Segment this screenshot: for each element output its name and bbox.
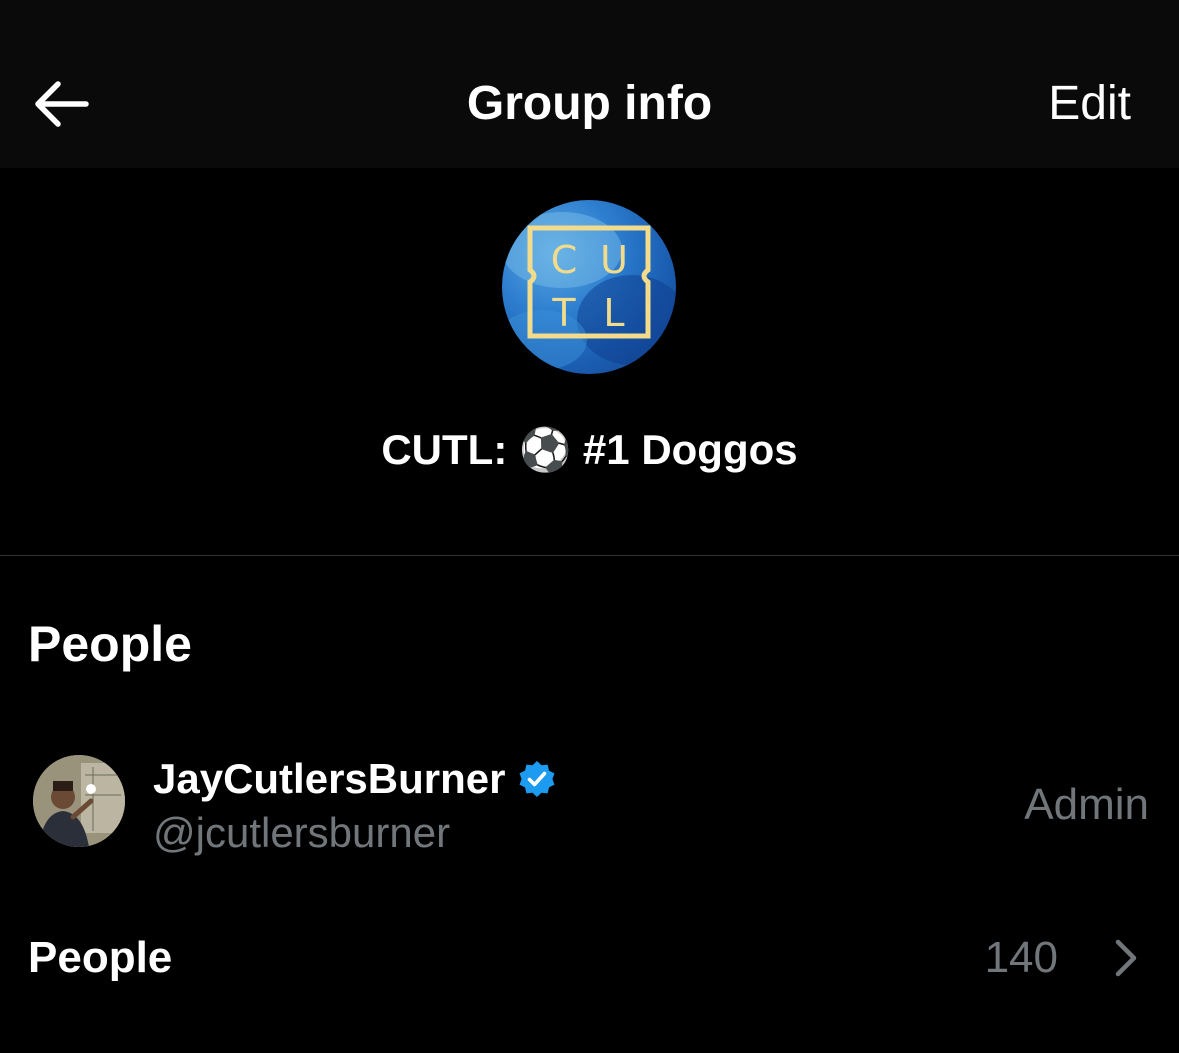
top-nav-bar: Group info Edit bbox=[0, 0, 1179, 168]
member-name: JayCutlersBurner bbox=[153, 755, 506, 802]
group-name: CUTL: ⚽ #1 Doggos bbox=[381, 426, 798, 473]
cutl-logo: C U T L bbox=[502, 212, 676, 370]
member-handle: @jcutlersburner bbox=[153, 809, 451, 856]
logo-letter-u: U bbox=[600, 238, 628, 282]
edit-button[interactable]: Edit bbox=[1048, 74, 1131, 134]
people-section-title: People bbox=[28, 616, 192, 672]
avatar bbox=[33, 755, 125, 847]
chevron-right-icon bbox=[1115, 939, 1137, 977]
logo-letter-l: L bbox=[603, 291, 624, 335]
group-avatar: C U T L bbox=[502, 200, 676, 374]
page-title: Group info bbox=[466, 77, 713, 130]
logo-letter-t: T bbox=[551, 291, 576, 335]
section-divider bbox=[0, 555, 1179, 556]
member-row[interactable]: JayCutlersBurner @jcutlersburner Admin bbox=[0, 735, 1179, 875]
all-people-label: People bbox=[28, 933, 173, 982]
people-count: 140 bbox=[984, 933, 1058, 982]
member-role-badge: Admin bbox=[1024, 780, 1149, 829]
verified-badge-icon bbox=[519, 761, 555, 797]
logo-letter-c: C bbox=[551, 238, 578, 282]
all-people-row[interactable]: People 140 bbox=[0, 920, 1179, 1000]
